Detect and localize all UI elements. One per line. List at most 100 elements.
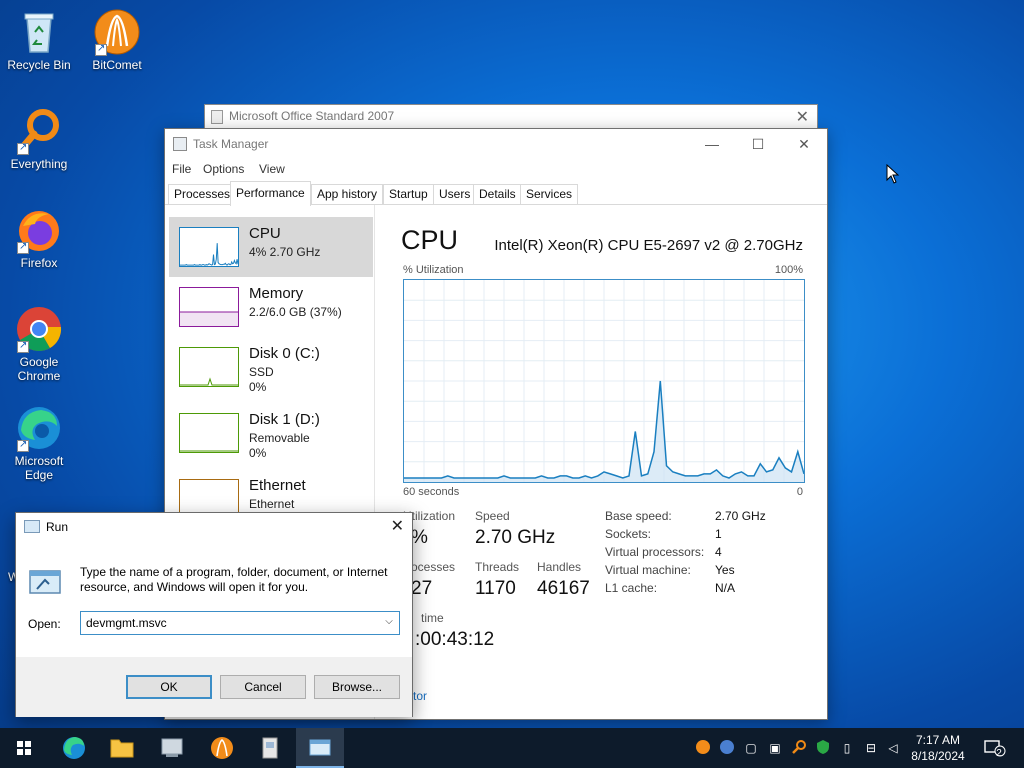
clock[interactable]: 7:17 AM 8/18/2024 <box>898 732 978 764</box>
device-manager-icon <box>161 738 183 757</box>
thumbnail-svg <box>180 377 238 386</box>
sidebar-item-detail: Ethernet <box>249 497 295 511</box>
window-tray-icon[interactable]: ▢ <box>742 739 760 757</box>
run-icon <box>24 520 40 533</box>
sidebar-item-name: Ethernet <box>249 477 306 494</box>
sidebar-item-disk1[interactable]: Disk 1 (D:) Removable 0% <box>169 403 373 463</box>
uptime-value: :00:43:12 <box>415 629 495 650</box>
maximize-button[interactable]: ☐ <box>743 133 773 155</box>
sidebar-item-cpu[interactable]: CPU 4% 2.70 GHz <box>169 217 373 277</box>
sidebar-item-detail: 4% 2.70 GHz <box>249 245 321 259</box>
virtual-processors-key: Virtual processors: <box>605 545 705 559</box>
network-share-tray-icon[interactable] <box>718 739 736 757</box>
firefox-icon <box>15 206 63 254</box>
tab-services[interactable]: Services <box>520 184 579 205</box>
open-combobox[interactable]: ⌵ <box>80 611 400 635</box>
sidebar-item-percent: 0% <box>249 446 267 460</box>
desktop-icon-recycle-bin[interactable]: Recycle Bin <box>0 8 78 72</box>
run-dialog-body: Type the name of a program, folder, docu… <box>16 543 412 657</box>
run-dialog-footer: OK Cancel Browse... <box>16 657 412 717</box>
desktop-icon-label: Everything <box>10 157 68 171</box>
tab-app-history[interactable]: App history <box>311 184 384 205</box>
ok-button[interactable]: OK <box>126 675 212 699</box>
bitcomet-tray-icon[interactable] <box>694 739 712 757</box>
sidebar-item-name: CPU <box>249 225 281 242</box>
desktop-icon-everything[interactable]: Everything <box>0 107 78 171</box>
run-dialog[interactable]: Run ✕ Type the name of a program, folder… <box>15 512 413 717</box>
close-icon[interactable]: ✕ <box>796 107 809 127</box>
threads-value: 1170 <box>475 578 516 599</box>
run-program-icon <box>28 567 62 597</box>
windows-logo-icon <box>17 741 31 755</box>
utilization-value: % <box>411 527 428 548</box>
desktop-icon-edge[interactable]: Microsoft Edge <box>0 404 78 482</box>
safely-remove-hardware-icon[interactable]: ▯ <box>838 739 856 757</box>
shield-icon[interactable] <box>814 739 832 757</box>
folder-icon <box>110 739 134 758</box>
sidebar-item-disk0[interactable]: Disk 0 (C:) SSD 0% <box>169 337 373 397</box>
tab-details[interactable]: Details <box>473 184 522 205</box>
desktop-icon-bitcomet[interactable]: BitComet <box>78 8 156 72</box>
virtual-machine-value: Yes <box>715 563 735 577</box>
search-tray-icon[interactable] <box>790 739 808 757</box>
close-button[interactable]: ✕ <box>789 133 819 155</box>
desktop-icon-label: Recycle Bin <box>7 58 71 72</box>
run-dialog-title: Run <box>46 520 69 534</box>
menu-view[interactable]: View <box>259 162 285 176</box>
cancel-button[interactable]: Cancel <box>220 675 306 699</box>
installer-icon <box>262 737 278 759</box>
speed-value: 2.70 GHz <box>475 527 556 548</box>
shortcut-arrow-icon <box>17 438 29 452</box>
taskbar-bitcomet[interactable] <box>198 728 246 768</box>
taskbar: ▢ ▣ ▯ ⊟ ◁ 7:17 AM 8/18/2024 2 <box>0 728 1024 768</box>
sidebar-item-name: Disk 0 (C:) <box>249 345 320 362</box>
menu-bar: File Options View <box>165 159 827 179</box>
virtual-machine-key: Virtual machine: <box>605 563 691 577</box>
thumbnail-svg <box>180 450 238 452</box>
l1-cache-key: L1 cache: <box>605 581 658 595</box>
minimize-button[interactable]: — <box>697 133 727 155</box>
sidebar-item-percent: 0% <box>249 380 267 394</box>
open-input[interactable] <box>81 612 375 634</box>
taskbar-edge[interactable] <box>50 728 98 768</box>
sidebar-item-name: Disk 1 (D:) <box>249 411 320 428</box>
tab-performance[interactable]: Performance <box>230 181 311 206</box>
sidebar-item-detail: Removable <box>249 431 310 445</box>
bitcomet-icon <box>211 737 233 759</box>
chevron-down-icon[interactable]: ⌵ <box>383 616 395 628</box>
memory-fill <box>180 312 238 326</box>
taskbar-installer[interactable] <box>246 728 294 768</box>
taskbar-run[interactable] <box>296 728 344 768</box>
edge-icon <box>63 737 85 759</box>
close-button[interactable]: ✕ <box>391 516 404 536</box>
clock-date: 8/18/2024 <box>911 749 965 763</box>
tab-users[interactable]: Users <box>433 184 477 205</box>
taskbar-file-explorer[interactable] <box>98 728 146 768</box>
sidebar-item-memory[interactable]: Memory 2.2/6.0 GB (37%) <box>169 277 373 337</box>
cpu-model: Intel(R) Xeon(R) CPU E5-2697 v2 @ 2.70GH… <box>494 237 803 254</box>
tab-startup[interactable]: Startup <box>383 184 434 205</box>
thumbnail-line <box>180 243 238 266</box>
processes-value: 27 <box>411 578 433 599</box>
desktop-icon-firefox[interactable]: Firefox <box>0 206 78 270</box>
taskbar-device-manager[interactable] <box>148 728 196 768</box>
everything-search-icon <box>15 107 63 155</box>
browse-button[interactable]: Browse... <box>314 675 400 699</box>
max-axis-label: 100% <box>774 264 803 276</box>
task-manager-icon <box>173 137 187 151</box>
cpu-heading: CPU <box>401 225 459 255</box>
task-manager-title: Task Manager <box>193 137 269 151</box>
menu-options[interactable]: Options <box>203 162 244 176</box>
base-speed-value: 2.70 GHz <box>715 509 766 523</box>
resource-monitor-link[interactable]: tor <box>413 689 427 703</box>
run-description: Type the name of a program, folder, docu… <box>80 565 388 594</box>
l1-cache-value: N/A <box>715 581 736 595</box>
start-button[interactable] <box>0 728 48 768</box>
network-icon[interactable]: ⊟ <box>862 739 880 757</box>
office-window[interactable]: Microsoft Office Standard 2007 ✕ <box>204 104 818 130</box>
tray-app-icon[interactable]: ▣ <box>766 739 784 757</box>
thumbnail-line <box>180 377 238 386</box>
desktop-icon-chrome[interactable]: Google Chrome <box>0 305 78 383</box>
menu-file[interactable]: File <box>172 162 191 176</box>
tab-processes[interactable]: Processes <box>168 184 237 205</box>
